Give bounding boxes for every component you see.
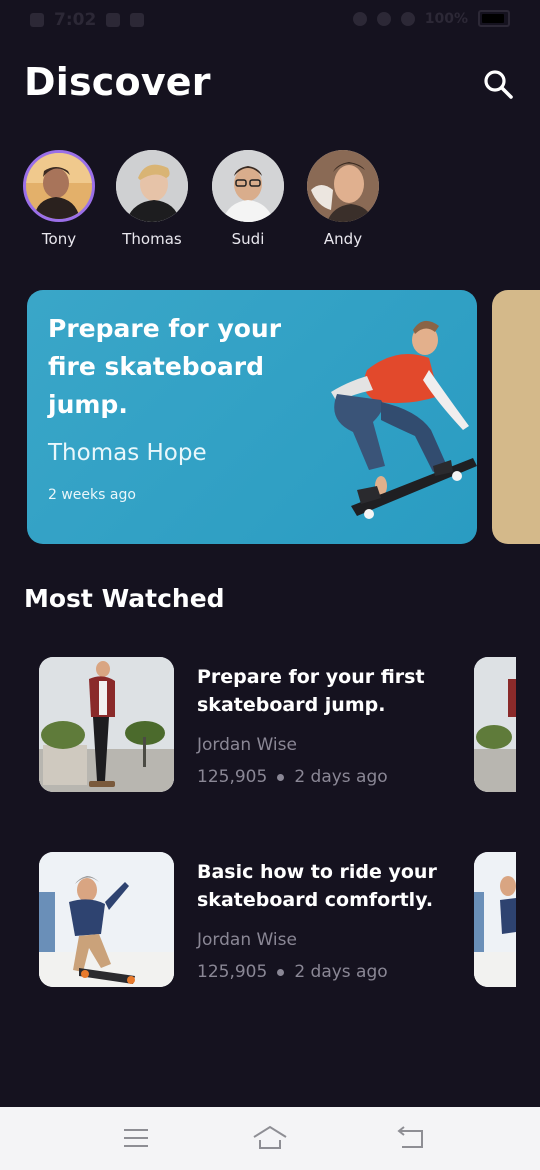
menu-button[interactable] xyxy=(118,1123,154,1153)
avatar xyxy=(23,150,95,222)
status-time: 7:02 xyxy=(54,10,97,30)
story-name: Sudi xyxy=(231,230,265,248)
notification-icon xyxy=(106,13,121,27)
video-time: 2 days ago xyxy=(294,962,388,982)
stories-row: Tony Thomas Sudi Andy xyxy=(0,150,540,260)
home-icon xyxy=(253,1125,287,1149)
story-sudi[interactable]: Sudi xyxy=(198,150,298,248)
video-meta: 125,905 2 days ago xyxy=(197,767,388,787)
featured-card[interactable]: Prepare for your fire skateboard jump. T… xyxy=(27,290,477,544)
video-time: 2 days ago xyxy=(294,767,388,787)
system-nav-bar xyxy=(0,1107,540,1170)
video-meta: 125,905 2 days ago xyxy=(197,962,388,982)
video-thumbnail xyxy=(39,657,174,792)
menu-icon xyxy=(124,1129,148,1147)
video-item[interactable]: Prepare for your first skateboard jump. … xyxy=(39,657,509,797)
avatar xyxy=(116,150,188,222)
signal-icon xyxy=(30,13,44,27)
video-thumbnail-next[interactable] xyxy=(474,657,516,792)
video-author: Jordan Wise xyxy=(197,930,297,950)
video-item[interactable]: Basic how to ride your skateboard comfor… xyxy=(39,852,509,992)
search-button[interactable] xyxy=(480,66,516,102)
alarm-icon xyxy=(352,11,367,26)
search-icon xyxy=(484,70,513,99)
back-icon xyxy=(397,1126,423,1148)
status-bar: 7:02 100% xyxy=(0,0,540,42)
back-button[interactable] xyxy=(394,1123,430,1153)
battery-icon xyxy=(478,10,510,27)
video-author: Jordan Wise xyxy=(197,735,297,755)
featured-time: 2 weeks ago xyxy=(48,487,136,503)
video-thumbnail-next[interactable] xyxy=(474,852,516,987)
video-views: 125,905 xyxy=(197,962,268,982)
avatar xyxy=(307,150,379,222)
separator-dot xyxy=(277,968,285,976)
status-left: 7:02 xyxy=(30,10,145,30)
section-most-watched: Most Watched xyxy=(24,584,225,613)
featured-card-next[interactable] xyxy=(492,290,540,544)
story-thomas[interactable]: Thomas xyxy=(102,150,202,248)
story-name: Andy xyxy=(323,230,363,248)
avatar xyxy=(212,150,284,222)
video-title: Basic how to ride your skateboard comfor… xyxy=(197,861,437,911)
page-title: Discover xyxy=(24,60,211,104)
home-button[interactable] xyxy=(252,1123,288,1153)
status-right: 100% xyxy=(352,10,510,27)
wifi-icon xyxy=(400,11,415,26)
separator-dot xyxy=(277,773,285,781)
featured-title: Prepare for your fire skateboard jump. xyxy=(48,314,282,419)
featured-author: Thomas Hope xyxy=(48,440,207,466)
story-andy[interactable]: Andy xyxy=(293,150,393,248)
story-name: Thomas xyxy=(122,230,182,248)
video-title: Prepare for your first skateboard jump. xyxy=(197,666,425,716)
skater-illustration xyxy=(331,320,477,519)
battery-percent: 100% xyxy=(424,10,468,27)
app-icon xyxy=(130,13,145,27)
video-thumbnail xyxy=(39,852,174,987)
story-tony[interactable]: Tony xyxy=(9,150,109,248)
globe-icon xyxy=(376,11,391,26)
video-views: 125,905 xyxy=(197,767,268,787)
story-name: Tony xyxy=(41,230,77,248)
